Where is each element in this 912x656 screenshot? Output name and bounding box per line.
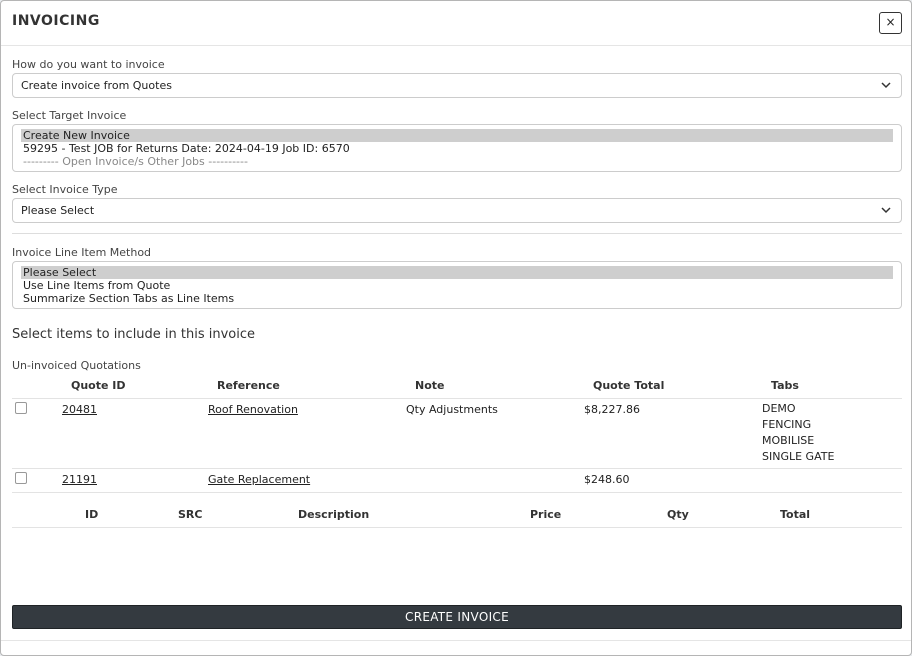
tab-label: MOBILISE [762,434,815,447]
target-invoice-option[interactable]: Create New Invoice [21,129,893,142]
line-item-qty-header: Qty [667,508,689,521]
invoice-type-label: Select Invoice Type [12,183,118,196]
table-divider [12,398,902,399]
modal-header: INVOICING × [1,1,911,46]
section-divider [12,233,902,234]
tab-label: FENCING [762,418,812,431]
invoicing-modal: INVOICING × How do you want to invoice C… [0,0,912,656]
line-item-method-option[interactable]: Use Line Items from Quote [21,279,893,292]
line-item-src-header: SRC [178,508,203,521]
chevron-down-icon [881,207,891,214]
line-item-total-header: Total [780,508,811,521]
tabs-cell: DEMO FENCING MOBILISE SINGLE GATE [762,401,834,465]
line-item-method-option[interactable]: Please Select [21,266,893,279]
invoice-method-value: Create invoice from Quotes [21,79,172,92]
quote-id-header: Quote ID [71,379,126,392]
quote-total-cell: $8,227.86 [584,403,640,416]
tabs-header: Tabs [771,379,799,392]
quote-row-checkbox[interactable] [15,472,27,484]
create-invoice-button[interactable]: CREATE INVOICE [12,605,902,629]
reference-header: Reference [217,379,280,392]
table-divider [12,492,902,493]
note-cell: Qty Adjustments [406,403,498,416]
modal-footer-divider [1,640,911,641]
target-invoice-listbox[interactable]: Create New Invoice 59295 - Test JOB for … [12,124,902,172]
line-item-method-option[interactable]: Summarize Section Tabs as Line Items [21,292,893,305]
close-button[interactable]: × [879,12,902,34]
line-item-price-header: Price [530,508,562,521]
reference-link[interactable]: Gate Replacement [208,473,310,486]
quote-id-link[interactable]: 21191 [62,473,97,486]
line-item-method-listbox[interactable]: Please Select Use Line Items from Quote … [12,261,902,309]
chevron-down-icon [881,82,891,89]
target-invoice-option-separator: --------- Open Invoice/s Other Jobs ----… [23,155,248,168]
target-invoice-label: Select Target Invoice [12,109,127,122]
tab-label: DEMO [762,402,796,415]
line-item-description-header: Description [298,508,370,521]
table-divider [12,468,902,469]
line-item-id-header: ID [85,508,99,521]
target-invoice-option[interactable]: 59295 - Test JOB for Returns Date: 2024-… [21,142,893,155]
quotations-label: Un-invoiced Quotations [12,359,141,372]
invoice-type-value: Please Select [21,204,95,217]
invoice-method-label: How do you want to invoice [12,58,165,71]
modal-title: INVOICING [12,13,100,29]
quote-row-checkbox[interactable] [15,402,27,414]
items-section-title: Select items to include in this invoice [12,327,256,342]
quote-total-cell: $248.60 [584,473,630,486]
quote-total-header: Quote Total [593,379,665,392]
invoice-type-select[interactable]: Please Select [12,198,902,223]
note-header: Note [415,379,445,392]
line-item-method-label: Invoice Line Item Method [12,246,152,259]
reference-link[interactable]: Roof Renovation [208,403,298,416]
quote-id-link[interactable]: 20481 [62,403,97,416]
invoice-method-select[interactable]: Create invoice from Quotes [12,73,902,98]
table-divider [12,527,902,528]
tab-label: SINGLE GATE [762,450,835,463]
